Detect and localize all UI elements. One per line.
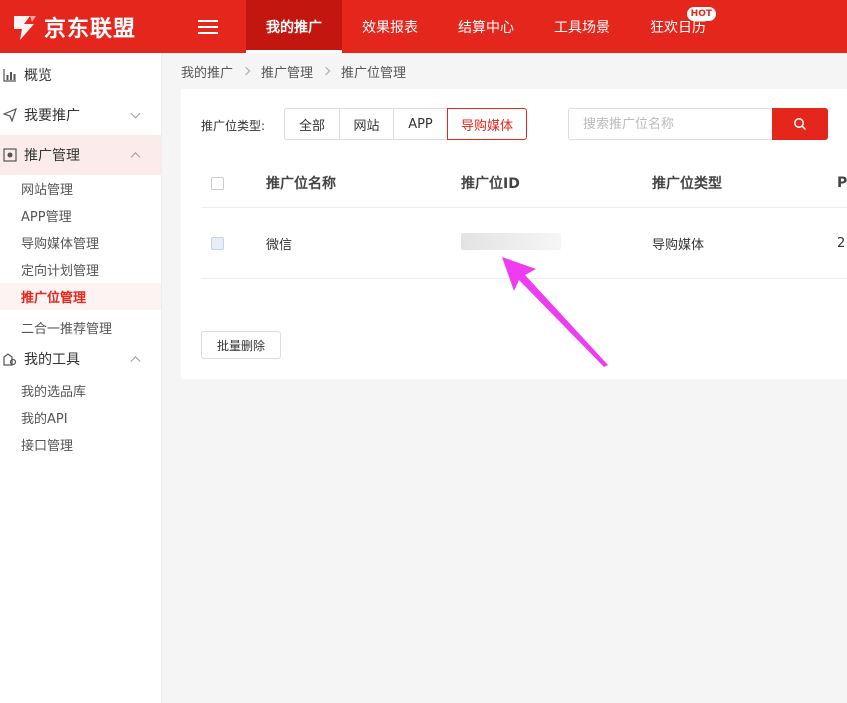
manage-box-icon: [2, 147, 18, 163]
header-name: 推广位名称: [266, 176, 336, 192]
bar-chart-icon: [2, 67, 18, 83]
sidebar: 概览 我要推广 推广管理 网站管理 APP管理 导购媒体管理 定向计划管理 推广…: [0, 53, 162, 703]
jd-logo-icon: [14, 15, 36, 40]
sidebar-sub-media-manage[interactable]: 导购媒体管理: [0, 229, 161, 256]
type-filter: 全部 网站 APP 导购媒体: [284, 108, 527, 140]
top-bar: 京东联盟 我的推广 效果报表 结算中心 工具场景 狂欢日历 HOT: [0, 0, 847, 53]
brand-name: 京东联盟: [44, 16, 137, 42]
sidebar-sub-app-manage[interactable]: APP管理: [0, 202, 161, 229]
sidebar-sub-selection[interactable]: 我的选品库: [0, 377, 161, 404]
redacted-id-block: [461, 232, 561, 250]
sidebar-item-tools[interactable]: 我的工具: [0, 341, 161, 377]
breadcrumb-item[interactable]: 推广管理: [261, 62, 313, 81]
sidebar-item-overview[interactable]: 概览: [0, 55, 161, 95]
brand-logo[interactable]: 京东联盟: [0, 0, 170, 53]
filter-label: 推广位类型:: [201, 119, 266, 133]
nav-settlement[interactable]: 结算中心: [438, 0, 534, 53]
chevron-up-icon: [130, 356, 141, 367]
filter-media[interactable]: 导购媒体: [447, 108, 527, 140]
main-nav: 我的推广 效果报表 结算中心 工具场景 狂欢日历 HOT: [246, 0, 726, 53]
sidebar-sub-api[interactable]: 我的API: [0, 404, 161, 431]
chevron-up-icon: [130, 152, 141, 163]
batch-delete-button[interactable]: 批量删除: [201, 331, 281, 359]
filter-site[interactable]: 网站: [339, 108, 394, 140]
breadcrumb-item[interactable]: 我的推广: [181, 62, 233, 81]
sidebar-sub-plan-manage[interactable]: 定向计划管理: [0, 256, 161, 283]
filter-all[interactable]: 全部: [284, 108, 340, 140]
toolbox-icon: [2, 351, 18, 367]
select-all-checkbox[interactable]: [211, 176, 224, 190]
header-extra: P: [837, 175, 847, 191]
breadcrumb-current: 推广位管理: [341, 65, 407, 81]
sidebar-sub-combo-manage[interactable]: 二合一推荐管理: [0, 314, 161, 341]
filter-app[interactable]: APP: [393, 108, 448, 140]
search-icon: [794, 118, 807, 131]
header-id: 推广位ID: [461, 176, 520, 192]
chevron-right-icon: [241, 66, 251, 76]
row-id-redacted: [461, 232, 652, 254]
nav-calendar[interactable]: 狂欢日历 HOT: [630, 0, 726, 53]
row-checkbox[interactable]: [211, 236, 224, 250]
sidebar-item-promote[interactable]: 我要推广: [0, 95, 161, 135]
breadcrumb: 我的推广 推广管理 推广位管理: [181, 62, 407, 81]
sidebar-sub-interface[interactable]: 接口管理: [0, 431, 161, 458]
row-name: 微信: [266, 237, 293, 253]
sidebar-sub-site-manage[interactable]: 网站管理: [0, 175, 161, 202]
chevron-right-icon: [321, 66, 331, 76]
chevron-down-icon: [130, 108, 141, 119]
hot-badge: HOT: [686, 7, 716, 21]
header-type: 推广位类型: [652, 176, 722, 192]
annotation-arrow-icon: [502, 257, 608, 367]
menu-toggle-icon[interactable]: [188, 0, 228, 53]
nav-tools[interactable]: 工具场景: [534, 0, 630, 53]
search-box: [568, 108, 828, 140]
row-extra: 2: [837, 235, 846, 251]
sidebar-item-manage[interactable]: 推广管理: [0, 135, 161, 175]
sidebar-sub-position-manage[interactable]: 推广位管理: [0, 283, 161, 310]
search-button[interactable]: [772, 108, 828, 140]
nav-my-promotion[interactable]: 我的推广: [246, 0, 342, 53]
row-type: 导购媒体: [652, 237, 705, 253]
paper-plane-icon: [2, 107, 18, 123]
table-header: 推广位名称 推广位ID 推广位类型 P: [201, 159, 847, 208]
nav-reports[interactable]: 效果报表: [342, 0, 438, 53]
search-input[interactable]: [568, 108, 772, 140]
